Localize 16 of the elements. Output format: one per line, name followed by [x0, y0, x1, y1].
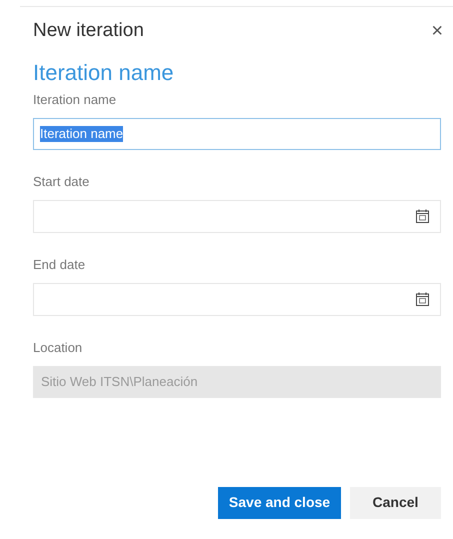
field-value: Iteration name [40, 126, 124, 142]
calendar-icon[interactable] [416, 292, 429, 306]
date-field[interactable] [33, 282, 441, 316]
field-label: Iteration name [33, 92, 118, 108]
iteration-name-field[interactable]: Iteration name [33, 118, 441, 150]
field-label: End date [33, 256, 86, 272]
location-field: Sitio Web ITSN\Planeación [33, 366, 441, 398]
calendar-icon[interactable] [416, 209, 429, 223]
field-label: Location [33, 340, 84, 356]
date-field[interactable] [33, 200, 441, 232]
close-button[interactable]: × [431, 21, 443, 42]
dialog-title: New iteration [33, 19, 144, 43]
save-button[interactable]: Save and close [218, 486, 341, 518]
section-heading: Iteration name [33, 60, 175, 86]
field-label: Start date [33, 174, 90, 190]
cancel-button[interactable]: Cancel [350, 486, 441, 518]
